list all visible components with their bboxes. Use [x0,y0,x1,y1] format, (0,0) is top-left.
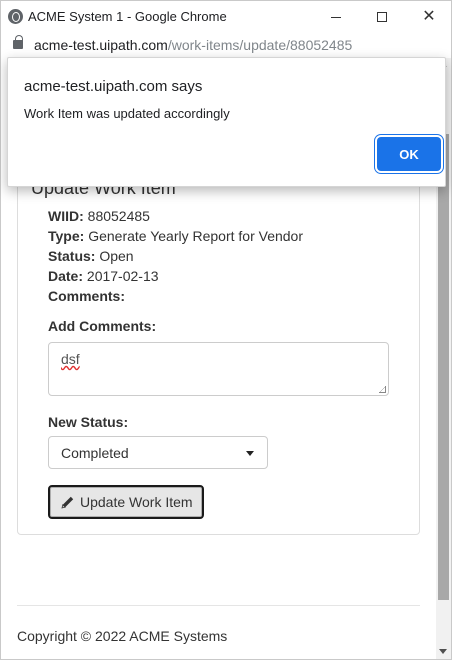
window-title: ACME System 1 - Google Chrome [28,9,227,24]
update-work-item-button[interactable]: Update Work Item [48,485,204,519]
lock-icon[interactable] [13,35,23,49]
status-label: Status: [48,248,96,264]
add-comments-value: dsf [61,351,80,367]
maximize-button[interactable] [359,1,405,33]
type-row: Type: Generate Yearly Report for Vendor [48,228,303,244]
comments-label: Comments: [48,288,126,304]
dialog-message: Work Item was updated accordingly [24,106,230,121]
alert-dialog: acme-test.uipath.com says Work Item was … [7,57,446,187]
scroll-down-icon[interactable] [439,649,447,654]
wiid-label: WIID: [48,208,84,224]
url-host: acme-test.uipath.com [34,37,168,53]
caret-down-icon [246,451,254,456]
address-bar[interactable]: acme-test.uipath.com/work-items/update/8… [0,32,452,58]
wiid-value: 88052485 [87,208,150,224]
url-path: /work-items/update/88052485 [167,37,353,53]
resize-grip-icon[interactable] [379,386,386,393]
new-status-label: New Status: [48,414,129,430]
dialog-title: acme-test.uipath.com says [24,78,203,95]
wiid-row: WIID: 88052485 [48,208,150,224]
new-status-select[interactable]: Completed [48,436,268,469]
window-titlebar: ACME System 1 - Google Chrome ✕ [0,0,452,32]
minimize-button[interactable] [313,1,359,33]
url-text[interactable]: acme-test.uipath.com/work-items/update/8… [34,37,352,53]
footer-copyright: Copyright © 2022 ACME Systems [17,628,228,644]
status-row: Status: Open [48,248,134,264]
add-comments-label: Add Comments: [48,318,157,334]
type-label: Type: [48,228,85,244]
scroll-thumb[interactable] [438,134,449,600]
globe-icon [8,9,23,24]
update-button-label: Update Work Item [80,494,193,510]
maximize-icon [377,12,387,22]
date-row: Date: 2017-02-13 [48,268,159,284]
add-comments-textarea[interactable]: dsf [48,342,389,396]
close-button[interactable]: ✕ [406,1,452,33]
pencil-icon [61,495,75,509]
comments-row: Comments: [48,288,125,304]
new-status-value: Completed [61,445,129,461]
dialog-ok-button[interactable]: OK [377,137,441,171]
status-value: Open [99,248,134,264]
date-value: 2017-02-13 [86,268,159,284]
minimize-icon [331,16,341,18]
date-label: Date: [48,268,84,284]
footer-divider [17,605,420,606]
close-icon: ✕ [422,8,436,25]
type-value: Generate Yearly Report for Vendor [88,228,304,244]
